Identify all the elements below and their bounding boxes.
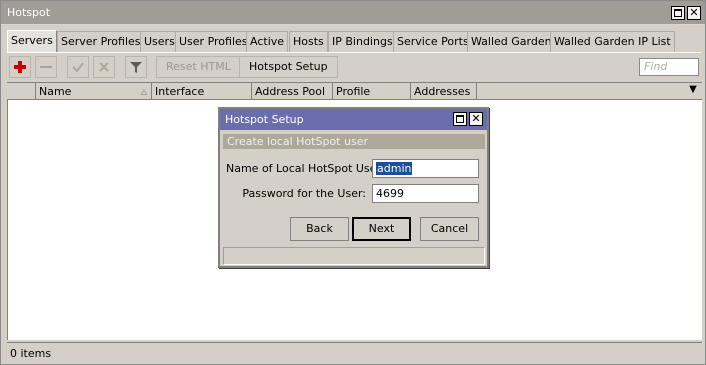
- table-header: Name △ Interface Address Pool Profile Add…: [7, 82, 702, 100]
- tab-users[interactable]: Users: [140, 31, 179, 52]
- dialog-step-title: Create local HotSpot user: [223, 134, 485, 149]
- tab-service-ports[interactable]: Service Ports: [393, 31, 473, 52]
- maximize-icon: [456, 115, 464, 123]
- column-menu-button[interactable]: ▼: [686, 84, 700, 99]
- tab-servers[interactable]: Servers: [7, 30, 57, 52]
- sort-indicator-icon: △: [140, 87, 147, 96]
- tab-label: Servers: [11, 34, 53, 47]
- cancel-button[interactable]: Cancel: [420, 217, 479, 241]
- find-placeholder: Find: [644, 60, 668, 73]
- column-label: Addresses: [414, 85, 471, 98]
- next-button[interactable]: Next: [352, 217, 411, 241]
- column-interface[interactable]: Interface: [152, 83, 252, 100]
- x-icon: [99, 62, 109, 72]
- item-count: 0 items: [10, 347, 52, 360]
- chevron-down-icon: ▼: [689, 84, 697, 95]
- column-profile[interactable]: Profile: [333, 83, 411, 100]
- tab-active[interactable]: Active: [246, 31, 289, 52]
- dialog-maximize-button[interactable]: [453, 112, 467, 126]
- user-name-label: Name of Local HotSpot User:: [226, 162, 385, 175]
- close-button[interactable]: ✕: [687, 6, 701, 20]
- tab-label: User Profiles: [179, 35, 248, 48]
- tab-label: Service Ports: [397, 35, 469, 48]
- column-label: Address Pool: [255, 85, 326, 98]
- dialog-title: Hotspot Setup: [225, 113, 304, 126]
- plus-icon: [14, 61, 26, 73]
- enable-button[interactable]: [67, 56, 89, 78]
- tab-label: IP Bindings: [332, 35, 393, 48]
- password-value: 4699: [376, 187, 404, 200]
- tab-label: Walled Garden IP List: [554, 35, 671, 48]
- dialog-titlebar[interactable]: Hotspot Setup ✕: [220, 109, 487, 130]
- hotspot-setup-dialog: Hotspot Setup ✕ Create local HotSpot use…: [218, 107, 489, 268]
- column-address-pool[interactable]: Address Pool: [252, 83, 333, 100]
- user-name-value: admin: [376, 162, 413, 175]
- tab-label: Server Profiles: [61, 35, 141, 48]
- tab-hosts[interactable]: Hosts: [289, 31, 328, 52]
- disable-button[interactable]: [93, 56, 115, 78]
- dialog-status-bar: [223, 247, 485, 265]
- password-input[interactable]: 4699: [372, 184, 479, 203]
- column-addresses[interactable]: Addresses: [411, 83, 477, 100]
- column-label: Profile: [336, 85, 371, 98]
- hotspot-setup-button[interactable]: Hotspot Setup: [239, 56, 338, 78]
- funnel-icon: [130, 62, 142, 73]
- maximize-button[interactable]: [671, 6, 685, 20]
- add-button[interactable]: [9, 56, 31, 78]
- tab-walled-garden-ip-list[interactable]: Walled Garden IP List: [550, 31, 675, 52]
- toolbar: Reset HTML Hotspot Setup Find: [7, 55, 701, 81]
- close-icon: ✕: [471, 112, 481, 125]
- column-select[interactable]: [7, 83, 36, 100]
- column-label: Name: [39, 85, 72, 98]
- hotspot-setup-label: Hotspot Setup: [249, 60, 328, 73]
- tab-bar: Servers Server Profiles Users User Profi…: [7, 30, 687, 52]
- tab-label: Walled Garden: [471, 35, 552, 48]
- remove-button[interactable]: [35, 56, 57, 78]
- reset-html-label: Reset HTML: [166, 60, 231, 73]
- filter-button[interactable]: [125, 56, 147, 78]
- status-bar: 0 items: [7, 342, 702, 362]
- find-input[interactable]: Find: [639, 58, 699, 76]
- tab-label: Users: [144, 35, 175, 48]
- tab-walled-garden[interactable]: Walled Garden: [467, 31, 556, 52]
- tab-ip-bindings[interactable]: IP Bindings: [328, 31, 397, 52]
- password-label: Password for the User:: [242, 187, 366, 200]
- maximize-icon: [674, 9, 682, 17]
- tab-divider: [7, 52, 701, 53]
- column-name[interactable]: Name △: [36, 83, 152, 100]
- tab-server-profiles[interactable]: Server Profiles: [57, 31, 145, 52]
- column-label: Interface: [155, 85, 205, 98]
- dialog-close-button[interactable]: ✕: [469, 112, 483, 126]
- tab-label: Active: [250, 35, 285, 48]
- tab-label: Hosts: [293, 35, 324, 48]
- reset-html-button[interactable]: Reset HTML: [156, 56, 241, 78]
- window-titlebar[interactable]: Hotspot ✕: [1, 1, 705, 25]
- minus-icon: [40, 66, 52, 68]
- window-title: Hotspot: [7, 6, 51, 19]
- tab-user-profiles[interactable]: User Profiles: [175, 31, 252, 52]
- back-button[interactable]: Back: [290, 217, 349, 241]
- close-icon: ✕: [689, 6, 699, 19]
- check-icon: [72, 62, 84, 73]
- user-name-input[interactable]: admin: [372, 159, 479, 178]
